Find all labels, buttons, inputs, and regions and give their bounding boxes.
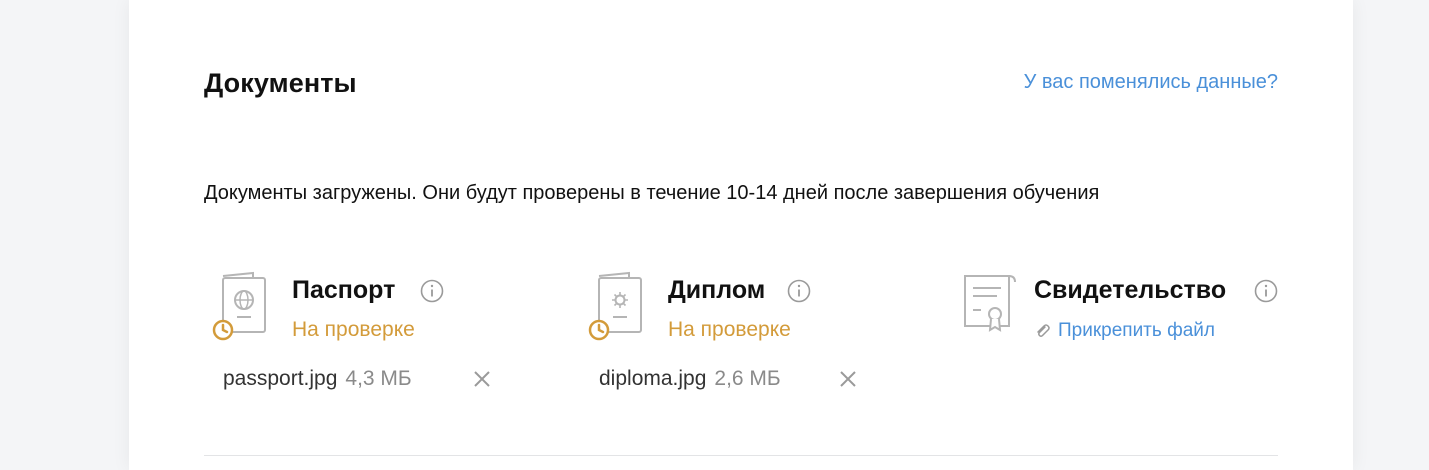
file-name: passport.jpg bbox=[223, 367, 338, 390]
info-icon[interactable] bbox=[787, 279, 811, 303]
diploma-icon bbox=[588, 271, 642, 341]
file-name: diploma.jpg bbox=[599, 367, 707, 390]
file-size: 2,6 МБ bbox=[714, 367, 781, 390]
documents-card: Документы У вас поменялись данные? Докум… bbox=[129, 0, 1353, 470]
data-changed-link[interactable]: У вас поменялись данные? bbox=[1024, 71, 1278, 94]
document-title: Диплом bbox=[668, 276, 766, 304]
attach-file-link[interactable]: Прикрепить файл bbox=[1034, 320, 1215, 342]
divider bbox=[204, 455, 1278, 456]
paperclip-icon bbox=[1037, 324, 1050, 337]
upload-info-text: Документы загружены. Они будут проверены… bbox=[204, 182, 1100, 204]
status-badge: На проверке bbox=[292, 318, 415, 341]
info-icon[interactable] bbox=[420, 279, 444, 303]
section-title: Документы bbox=[204, 68, 357, 98]
certificate-icon bbox=[964, 275, 1016, 332]
document-title: Свидетельство bbox=[1034, 276, 1227, 304]
file-size: 4,3 МБ bbox=[345, 367, 412, 390]
status-badge: На проверке bbox=[668, 318, 791, 341]
close-icon[interactable] bbox=[471, 368, 493, 390]
attach-file-label: Прикрепить файл bbox=[1058, 320, 1215, 341]
info-icon[interactable] bbox=[1254, 279, 1278, 303]
document-title: Паспорт bbox=[292, 276, 396, 304]
passport-icon bbox=[212, 271, 266, 341]
attached-file: diploma.jpg 2,6 МБ bbox=[599, 367, 781, 391]
attached-file: passport.jpg 4,3 МБ bbox=[223, 367, 412, 391]
close-icon[interactable] bbox=[837, 368, 859, 390]
